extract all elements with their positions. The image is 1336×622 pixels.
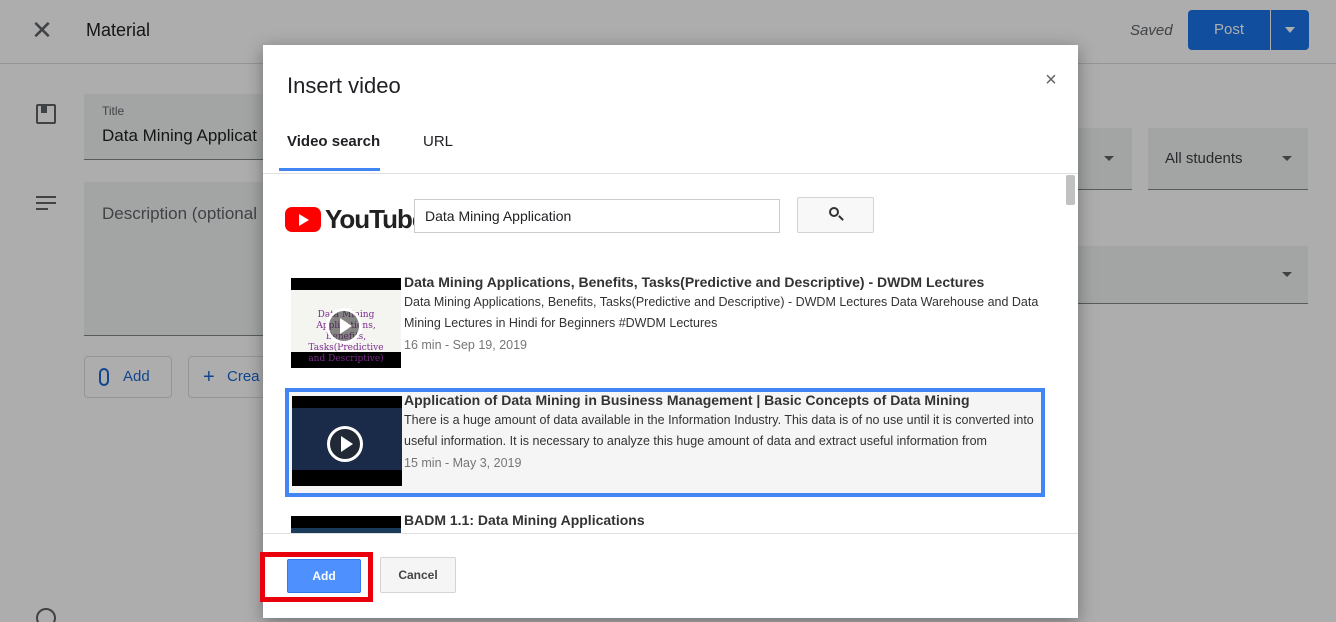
search-button[interactable] (797, 197, 874, 233)
close-icon[interactable]: × (1040, 69, 1062, 91)
annotation-highlight-box (260, 552, 373, 602)
video-meta: 15 min - May 3, 2019 (404, 456, 522, 470)
video-meta: 16 min - Sep 19, 2019 (404, 338, 527, 352)
play-icon (327, 426, 363, 462)
tab-url[interactable]: URL (423, 133, 453, 150)
video-result[interactable]: BADM 1.1: Data Mining Applications (285, 508, 1045, 533)
video-thumbnail: Data Mining Applications, Benefits, Task… (291, 278, 401, 368)
video-title: BADM 1.1: Data Mining Applications (404, 512, 645, 528)
video-thumbnail (291, 516, 401, 533)
video-description: There is a huge amount of data available… (404, 413, 1034, 448)
video-result[interactable]: Data Mining Applications, Benefits, Task… (285, 270, 1045, 379)
dialog-title: Insert video (287, 73, 401, 98)
youtube-logo: YouTube (285, 204, 426, 236)
divider (263, 533, 1078, 534)
scrollbar[interactable] (1066, 175, 1075, 205)
active-tab-indicator (279, 168, 380, 171)
play-icon (326, 308, 362, 344)
video-description: Data Mining Applications, Benefits, Task… (404, 295, 1039, 330)
video-thumbnail (292, 396, 402, 486)
video-search-input[interactable] (414, 199, 780, 233)
youtube-play-icon (285, 207, 321, 232)
cancel-button[interactable]: Cancel (380, 557, 456, 593)
video-title: Data Mining Applications, Benefits, Task… (404, 274, 985, 290)
tab-video-search[interactable]: Video search (287, 133, 380, 150)
video-title: Application of Data Mining in Business M… (404, 392, 970, 408)
insert-video-dialog: Insert video × Video search URL YouTube … (263, 45, 1078, 618)
video-search-panel: YouTube Data Mining Applications, Benefi… (263, 174, 1078, 533)
video-result-selected[interactable]: Application of Data Mining in Business M… (285, 388, 1045, 497)
youtube-logo-text: YouTube (325, 204, 426, 234)
